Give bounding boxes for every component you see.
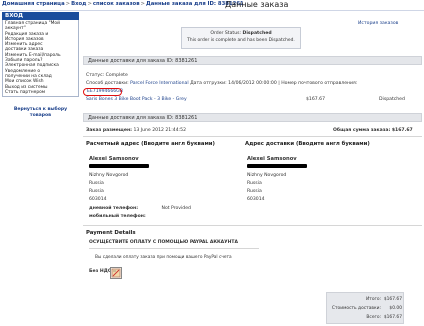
delivery-status-value: Complete (105, 73, 128, 78)
order-divider (83, 136, 422, 137)
order-total: Общая сумма заказа: $167.67 (333, 128, 413, 133)
delivery-details: Способ доставки: Parcel Force Internatio… (86, 81, 357, 86)
breadcrumb: Домашняя страница>Вход>список заказов>Да… (2, 1, 244, 7)
order-totals-box: Итого: $167.67 Стоимость доставки: $0.00… (326, 292, 404, 324)
billing-name: Alexei Samsonov (89, 156, 139, 162)
dispatch-info: Дата отгрузки: 14/06/2012 00:00:00 | Ном… (190, 81, 358, 86)
billing-address-title: Расчетный адрес (Вводите англ буквами) (86, 141, 215, 147)
return-link-line2: товаров (29, 112, 52, 118)
return-to-products-link[interactable]: Вернуться к выбору товаров (2, 107, 79, 118)
order-total-value: $167.67 (391, 128, 413, 133)
sidebar-link-partner[interactable]: Стать партнером (5, 90, 76, 95)
courier-link[interactable]: Parcel Force International (130, 81, 188, 86)
breadcrumb-login[interactable]: Вход (71, 1, 86, 7)
delivery-section-header: Данные доставки для заказа ID: 8381261 (83, 56, 422, 65)
sidebar-header: ВХОД (2, 12, 79, 20)
page-title: Данные заказа (225, 0, 289, 9)
shipping-redacted-line (247, 164, 307, 168)
order-total-label: Общая сумма заказа: (333, 128, 391, 133)
billing-phone-label: дневной телефон: (89, 206, 139, 211)
billing-line-country: Russia (89, 189, 104, 194)
order-date-label: Заказ размещен: (86, 128, 132, 133)
breadcrumb-separator: > (140, 1, 145, 7)
delivery-status: Статус: Complete (86, 73, 128, 78)
order-date: Заказ размещен: 13 June 2012 21:44:52 (86, 128, 186, 133)
shipping-line-city: Nizhny Novgorod (247, 173, 287, 178)
tracking-highlight-circle (83, 88, 122, 96)
order-status-message: This order is complete and has been Disp… (187, 38, 295, 43)
payment-divider (83, 225, 422, 226)
billing-line-postcode: 603014 (89, 197, 107, 202)
item-status: Dispatched (379, 97, 405, 102)
shipping-name: Alexei Samsonov (247, 156, 297, 162)
shipping-line-postcode: 603014 (247, 197, 265, 202)
totals-subtotal-value: $167.67 (383, 297, 402, 302)
payment-title: Payment Details (86, 230, 136, 236)
billing-line-region: Russia (89, 181, 104, 186)
order-status-line: Order Status: Dispatched (182, 31, 300, 36)
billing-line-city: Nizhny Novgorod (89, 173, 129, 178)
totals-shipping-label: Стоимость доставки: (331, 306, 381, 311)
shipping-line-region: Russia (247, 181, 262, 186)
totals-shipping-value: $0.00 (389, 306, 402, 311)
billing-phone-value: Not Provided (161, 206, 191, 211)
sidebar: ВХОД Главная страница "Мой аккаунт" Реда… (2, 12, 79, 125)
totals-subtotal-label: Итого: (365, 297, 381, 302)
order-status-box: Order Status: Dispatched This order is c… (181, 27, 301, 49)
totals-grand-label: Всего: (366, 315, 381, 320)
billing-phone: дневной телефон: Not Provided (89, 206, 191, 211)
payment-description: Вы сделали оплату заказа при помощи ваше… (95, 255, 232, 260)
header-divider (0, 10, 424, 11)
order-status-label: Order Status: (210, 31, 242, 36)
breadcrumb-separator: > (87, 1, 92, 7)
billing-redacted-line (89, 164, 149, 168)
totals-grand-value: $167.67 (383, 315, 402, 320)
shipping-address-title: Адрес доставки (Вводите англ буквами) (245, 141, 370, 147)
sidebar-menu: Главная страница "Мой аккаунт" Редакция … (2, 20, 79, 97)
courier-label: Способ доставки: (86, 81, 129, 86)
billing-mobile-label: мобильный телефон: (89, 214, 146, 219)
breadcrumb-orders[interactable]: список заказов (93, 1, 140, 7)
order-section-header: Данные доставки для заказа ID: 8381261 (83, 113, 422, 122)
breadcrumb-home[interactable]: Домашняя страница (2, 1, 65, 7)
item-price: $167.67 (306, 97, 325, 102)
order-date-value: 13 June 2012 21:44:52 (133, 128, 187, 133)
order-status-value: Dispatched (242, 31, 272, 36)
payment-method: ОСУЩЕСТВИТЕ ОПЛАТУ С ПОМОЩЬЮ PAYPAL АККА… (89, 240, 238, 245)
delivery-status-label: Статус: (86, 73, 105, 78)
item-name-link[interactable]: Saris Bones 3 Bike Boot Pack - 3 Bike - … (86, 97, 187, 102)
payment-method-divider (89, 248, 259, 249)
breadcrumb-separator: > (65, 1, 71, 7)
invoice-icon[interactable] (110, 267, 122, 279)
invoice-icon-graphic (111, 268, 121, 278)
order-history-link[interactable]: История заказов (358, 21, 398, 26)
shipping-line-country: Russia (247, 189, 262, 194)
